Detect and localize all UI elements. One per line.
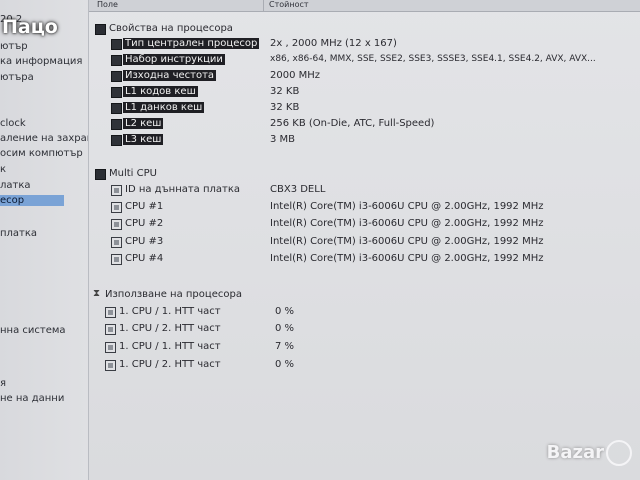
cpu-chip-icon [111,55,122,66]
field-value: Intel(R) Core(TM) i3-6006U CPU @ 2.00GHz… [270,201,544,212]
cpu-icon [111,254,122,265]
list-item[interactable]: L3 кеш 3 MB [89,132,640,148]
list-item[interactable]: CPU #1 Intel(R) Core(TM) i3-6006U CPU @ … [89,199,640,215]
cpu-icon [105,342,116,353]
tree-item[interactable]: аление на захран [0,133,88,144]
cpu-icon [105,360,116,371]
motherboard-icon [111,185,122,196]
cpu-icon [111,219,122,230]
cpu-chip-icon [95,169,106,180]
cpu-icon [105,324,116,335]
brand-ring-icon [606,440,632,466]
tree-item[interactable]: ка информация [0,56,82,67]
cpu-chip-icon [111,39,122,50]
list-item[interactable]: L1 кодов кеш 32 KB [89,84,640,100]
tree-item[interactable]: я [0,378,6,389]
field-label: CPU #2 [125,218,164,229]
cpu-icon [111,202,122,213]
list-item[interactable]: Изходна честота 2000 MHz [89,68,640,84]
field-label: L3 кеш [123,134,164,145]
cpu-icon [105,307,116,318]
cpu-chip-icon [95,24,106,35]
hourglass-icon: ⧗ [93,288,101,299]
field-value: Intel(R) Core(TM) i3-6006U CPU @ 2.00GHz… [270,253,544,264]
field-label: Тип централен процесор [123,38,260,49]
tree-item[interactable]: ютъра [0,72,34,83]
field-value: 0 % [275,359,295,370]
tree-item[interactable]: не на данни [0,393,64,404]
list-item[interactable]: 1. CPU / 2. HTT част 0 % [89,357,640,373]
tree-item[interactable]: ютър [0,41,28,52]
field-label: 1. CPU / 2. HTT част [119,359,221,370]
field-value: 0 % [275,323,295,334]
brand-text: Bazar [546,442,604,463]
tree-item[interactable]: платка [0,228,37,239]
field-label: ID на дънната платка [125,184,241,195]
cpu-chip-icon [111,103,122,114]
field-value: CBX3 DELL [270,184,326,195]
column-header: Поле Стойност [89,0,640,12]
field-value: 32 KB [270,102,300,113]
list-item[interactable]: L1 данков кеш 32 KB [89,100,640,116]
tree-item[interactable]: к [0,164,6,175]
field-label: CPU #4 [125,253,164,264]
field-label: CPU #1 [125,201,164,212]
field-value: 256 KB (On-Die, ATC, Full-Speed) [270,118,435,129]
list-item[interactable]: CPU #3 Intel(R) Core(TM) i3-6006U CPU @ … [89,234,640,250]
field-label: L1 кодов кеш [123,86,198,97]
section-title: Използване на процесора [105,289,242,300]
column-value-header[interactable]: Стойност [269,0,309,9]
cpu-chip-icon [111,135,122,146]
section-title: Multi CPU [109,168,157,179]
list-item[interactable]: ID на дънната платка CBX3 DELL [89,182,640,198]
tree-item[interactable]: нна система [0,325,66,336]
field-label: 1. CPU / 1. HTT част [119,341,221,352]
brand-logo: Bazar [547,440,632,466]
field-value: Intel(R) Core(TM) i3-6006U CPU @ 2.00GHz… [270,218,544,229]
navigation-tree[interactable]: 20.2 ютър ка информация ютъра clock ален… [0,0,89,480]
list-item[interactable]: L2 кеш 256 KB (On-Die, ATC, Full-Speed) [89,116,640,132]
details-panel[interactable]: Поле Стойност Свойства на процесора Тип … [89,0,640,480]
tree-item[interactable]: осим компютър [0,148,83,159]
field-label: L2 кеш [123,118,164,129]
field-label: 1. CPU / 2. HTT част [119,323,221,334]
list-item[interactable]: CPU #4 Intel(R) Core(TM) i3-6006U CPU @ … [89,251,640,267]
field-value: x86, x86-64, MMX, SSE, SSE2, SSE3, SSSE3… [270,54,596,64]
section-multi-cpu[interactable]: Multi CPU [89,166,640,182]
cpu-chip-icon [111,87,122,98]
cpu-chip-icon [111,71,122,82]
section-cpu-properties[interactable]: Свойства на процесора [89,21,640,37]
field-value: 32 KB [270,86,300,97]
list-item[interactable]: 1. CPU / 2. HTT част 0 % [89,321,640,337]
field-value: Intel(R) Core(TM) i3-6006U CPU @ 2.00GHz… [270,236,544,247]
field-value: 7 % [275,341,295,352]
field-label: 1. CPU / 1. HTT част [119,306,221,317]
field-label: Изходна честота [123,70,217,81]
list-item[interactable]: 1. CPU / 1. HTT част 7 % [89,339,640,355]
field-value: 2000 MHz [270,70,321,81]
column-field-header[interactable]: Поле [97,0,118,9]
field-value: 0 % [275,306,295,317]
cpu-chip-icon [111,119,122,130]
column-divider[interactable] [263,0,264,11]
tree-item-processor[interactable]: есор [0,195,65,206]
field-label: Набор инструкции [123,54,225,65]
list-item[interactable]: Набор инструкции x86, x86-64, MMX, SSE, … [89,52,640,68]
field-label: CPU #3 [125,236,164,247]
list-item[interactable]: CPU #2 Intel(R) Core(TM) i3-6006U CPU @ … [89,216,640,232]
watermark-text: Пацо [2,16,58,38]
section-title: Свойства на процесора [109,23,233,34]
field-label: L1 данков кеш [123,102,205,113]
cpu-icon [111,237,122,248]
list-item[interactable]: Тип централен процесор 2x , 2000 MHz (12… [89,36,640,52]
field-value: 2x , 2000 MHz (12 x 167) [270,38,397,49]
field-value: 3 MB [270,134,296,145]
list-item[interactable]: 1. CPU / 1. HTT част 0 % [89,304,640,320]
section-cpu-usage[interactable]: ⧗ Използване на процесора [89,287,640,303]
tree-item[interactable]: латка [0,180,31,191]
tree-item-clock[interactable]: clock [0,118,26,129]
